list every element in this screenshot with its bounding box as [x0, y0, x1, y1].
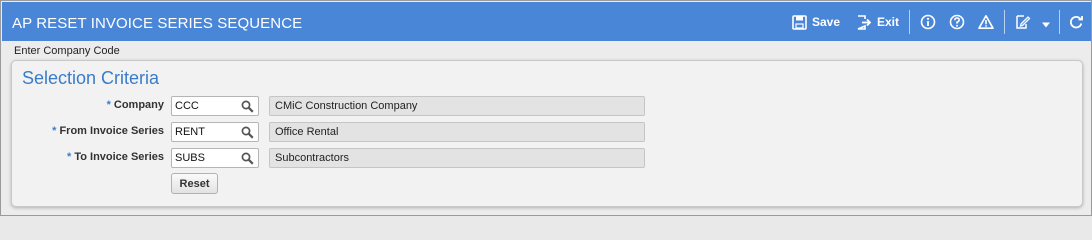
company-code-value: CCC	[175, 100, 199, 112]
toolbar-divider	[1059, 10, 1060, 34]
toolbar-divider	[909, 10, 910, 34]
warning-icon[interactable]	[978, 14, 994, 30]
dropdown-icon[interactable]	[1041, 17, 1051, 28]
from-invoice-series-label: * From Invoice Series	[52, 125, 164, 137]
from-invoice-series-description: Office Rental	[269, 122, 645, 142]
reset-button[interactable]: Reset	[171, 173, 218, 194]
save-icon	[792, 14, 807, 30]
save-label: Save	[812, 15, 841, 29]
to-invoice-series-input[interactable]: SUBS	[171, 148, 259, 168]
edit-icon[interactable]	[1015, 14, 1031, 30]
from-invoice-series-input[interactable]: RENT	[171, 122, 259, 142]
page-title: AP RESET INVOICE SERIES SEQUENCE	[12, 15, 303, 32]
header-bar: AP RESET INVOICE SERIES SEQUENCE Save Ex…	[2, 2, 1091, 41]
info-icon[interactable]	[920, 14, 936, 30]
to-invoice-series-description: Subcontractors	[269, 148, 645, 168]
company-code-input[interactable]: CCC	[171, 96, 259, 116]
exit-button[interactable]: Exit	[856, 13, 899, 31]
required-marker: *	[52, 125, 57, 137]
company-description: CMiC Construction Company	[269, 96, 645, 116]
search-icon[interactable]	[241, 126, 254, 139]
save-button[interactable]: Save	[792, 13, 840, 31]
required-marker: *	[106, 99, 111, 111]
search-icon[interactable]	[241, 152, 254, 165]
toolbar-divider	[1004, 10, 1005, 34]
required-marker: *	[67, 151, 72, 163]
page-subtitle: Enter Company Code	[14, 45, 120, 57]
search-icon[interactable]	[241, 100, 254, 113]
from-invoice-series-value: RENT	[175, 126, 205, 138]
exit-label: Exit	[877, 15, 900, 29]
selection-criteria-panel: Selection Criteria * Company CCC CMiC Con…	[11, 60, 1083, 207]
panel-title: Selection Criteria	[22, 68, 160, 88]
app-window: AP RESET INVOICE SERIES SEQUENCE Save Ex…	[0, 0, 1092, 216]
help-icon[interactable]	[949, 14, 965, 30]
exit-icon	[856, 14, 872, 30]
to-invoice-series-value: SUBS	[175, 152, 205, 164]
company-label: * Company	[106, 99, 164, 111]
refresh-icon[interactable]	[1068, 14, 1084, 30]
to-invoice-series-label: * To Invoice Series	[67, 151, 164, 163]
